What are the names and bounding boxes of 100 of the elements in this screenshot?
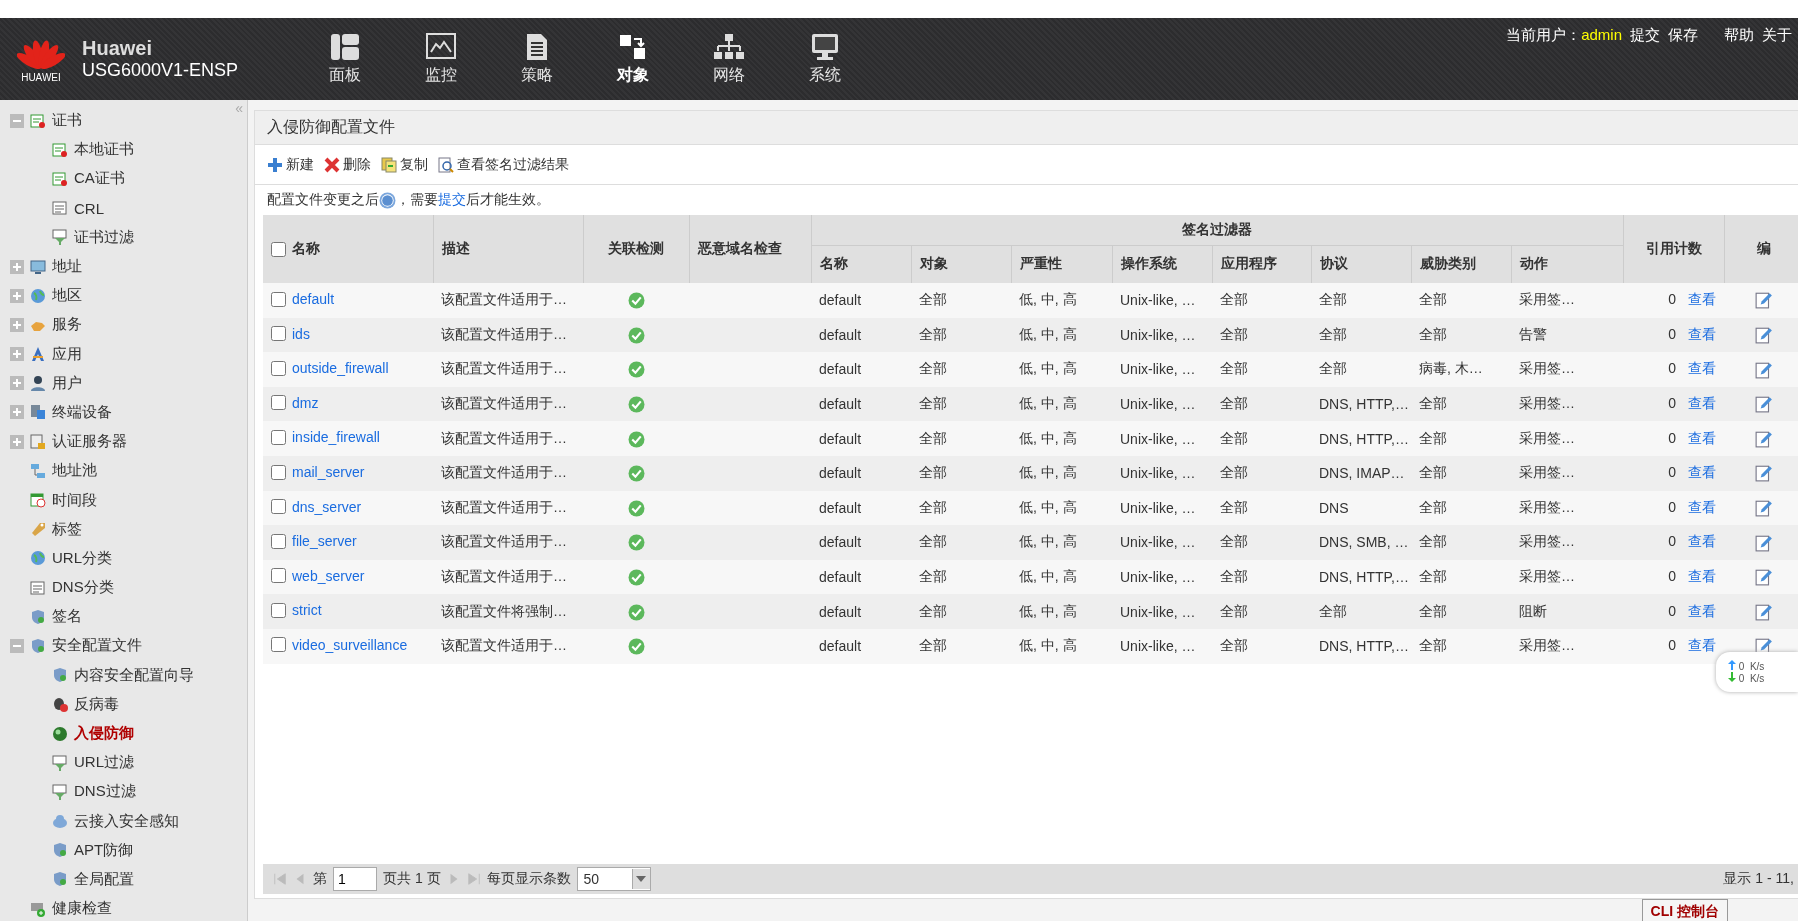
expand-toggle-icon[interactable]	[10, 347, 24, 362]
header-link[interactable]: 保存	[1668, 26, 1698, 45]
edit-icon[interactable]	[1754, 360, 1773, 379]
profile-name-link[interactable]: default	[292, 291, 335, 308]
tree-item[interactable]: 反病毒	[74, 694, 119, 714]
tree-item[interactable]: 健康检查	[52, 899, 112, 919]
toolbar-button[interactable]: 新建	[267, 155, 314, 174]
row-checkbox[interactable]	[271, 429, 286, 445]
expand-toggle-icon[interactable]	[10, 434, 24, 449]
view-link[interactable]: 查看	[1688, 568, 1716, 585]
tree-item[interactable]: APT防御	[74, 840, 134, 860]
collapse-toggle-icon[interactable]	[10, 638, 24, 653]
row-checkbox[interactable]	[271, 291, 286, 307]
tree-item[interactable]: DNS分类	[52, 578, 114, 598]
tree-item[interactable]: 应用	[52, 344, 82, 364]
row-checkbox[interactable]	[271, 533, 286, 549]
profile-name-link[interactable]: dns_server	[292, 498, 362, 515]
profile-name-link[interactable]: video_surveillance	[292, 637, 408, 653]
nav-tab[interactable]: 面板	[297, 18, 393, 100]
view-link[interactable]: 查看	[1688, 291, 1716, 308]
profile-name-link[interactable]: strict	[292, 602, 322, 619]
page-number-field[interactable]: 1	[333, 867, 377, 891]
tree-item[interactable]: 地址池	[52, 461, 97, 481]
profile-name-link[interactable]: inside_firewall	[292, 429, 380, 446]
nav-tab[interactable]: 监控	[393, 18, 489, 100]
view-link[interactable]: 查看	[1688, 602, 1716, 619]
tree-item[interactable]: 标签	[52, 519, 82, 539]
cli-console-button[interactable]: CLI 控制台	[1641, 899, 1728, 921]
expand-toggle-icon[interactable]	[10, 376, 24, 391]
tree-item[interactable]: 内容安全配置向导	[74, 665, 194, 685]
tree-item[interactable]: 地区	[52, 286, 82, 306]
nav-tab[interactable]: 网络	[681, 18, 777, 100]
tree-item[interactable]: CRL	[74, 199, 104, 217]
tree-item[interactable]: 本地证书	[74, 140, 134, 160]
edit-icon[interactable]	[1754, 429, 1773, 448]
view-link[interactable]: 查看	[1688, 498, 1716, 515]
expand-toggle-icon[interactable]	[10, 288, 24, 303]
toolbar-button[interactable]: 查看签名过滤结果	[438, 155, 569, 174]
edit-icon[interactable]	[1754, 291, 1773, 310]
view-link[interactable]: 查看	[1688, 360, 1716, 377]
tree-item[interactable]: DNS过滤	[74, 782, 136, 802]
nav-tab[interactable]: 对象	[585, 18, 681, 100]
per-page-select[interactable]: 50	[576, 867, 651, 891]
tree-item[interactable]: 安全配置文件	[52, 636, 142, 656]
expand-toggle-icon[interactable]	[10, 405, 24, 420]
edit-icon[interactable]	[1754, 464, 1773, 483]
tree-item[interactable]: 地址	[52, 257, 82, 277]
header-link[interactable]: 帮助	[1724, 26, 1754, 45]
profile-name-link[interactable]: outside_firewall	[292, 360, 389, 377]
select-all-checkbox[interactable]	[271, 241, 286, 257]
tree-item[interactable]: 时间段	[52, 490, 97, 510]
view-link[interactable]: 查看	[1688, 325, 1716, 342]
profile-name-link[interactable]: mail_server	[292, 464, 365, 480]
row-checkbox[interactable]	[271, 499, 286, 515]
profile-name-link[interactable]: dmz	[292, 394, 319, 411]
tree-item[interactable]: 签名	[52, 607, 82, 627]
expand-toggle-icon[interactable]	[10, 317, 24, 332]
edit-icon[interactable]	[1754, 499, 1773, 517]
tree-item[interactable]: 用户	[52, 373, 82, 393]
header-link[interactable]: 关于	[1762, 26, 1792, 45]
shield-icon	[52, 871, 68, 888]
collapse-toggle-icon[interactable]	[10, 113, 24, 128]
view-link[interactable]: 查看	[1688, 429, 1716, 446]
tree-item[interactable]: URL过滤	[74, 753, 134, 773]
row-checkbox[interactable]	[271, 602, 286, 618]
expand-toggle-icon[interactable]	[10, 259, 24, 274]
header-link[interactable]: 提交	[1630, 26, 1660, 45]
profile-name-link[interactable]: web_server	[292, 567, 365, 584]
profile-name-link[interactable]: file_server	[292, 533, 357, 550]
row-checkbox[interactable]	[271, 326, 286, 342]
row-checkbox[interactable]	[271, 395, 286, 411]
edit-icon[interactable]	[1754, 568, 1773, 587]
tree-item[interactable]: 证书过滤	[74, 227, 134, 247]
tree-item[interactable]: 全局配置	[74, 869, 134, 889]
edit-icon[interactable]	[1754, 326, 1773, 345]
toolbar-button[interactable]: 删除	[324, 155, 371, 174]
view-link[interactable]: 查看	[1688, 533, 1716, 550]
row-checkbox[interactable]	[271, 637, 286, 653]
row-checkbox[interactable]	[271, 464, 286, 480]
row-checkbox[interactable]	[271, 360, 286, 376]
tree-item[interactable]: 终端设备	[52, 402, 112, 422]
tree-item[interactable]: 云接入安全感知	[74, 811, 179, 831]
tree-item[interactable]: 服务	[52, 315, 82, 335]
view-link[interactable]: 查看	[1688, 637, 1716, 654]
nav-tab[interactable]: 策略	[489, 18, 585, 100]
nav-tab[interactable]: 系统	[777, 18, 873, 100]
view-link[interactable]: 查看	[1688, 464, 1716, 481]
tree-item[interactable]: 证书	[52, 111, 82, 131]
submit-link[interactable]: 提交	[438, 191, 466, 209]
tree-item[interactable]: CA证书	[74, 169, 125, 189]
row-checkbox[interactable]	[271, 568, 286, 584]
tree-item[interactable]: 入侵防御	[74, 724, 134, 744]
edit-icon[interactable]	[1754, 602, 1773, 621]
edit-icon[interactable]	[1754, 395, 1773, 414]
edit-icon[interactable]	[1754, 533, 1773, 552]
view-link[interactable]: 查看	[1688, 395, 1716, 412]
toolbar-button[interactable]: 复制	[381, 155, 428, 174]
profile-name-link[interactable]: ids	[292, 325, 310, 342]
tree-item[interactable]: URL分类	[52, 548, 112, 568]
tree-item[interactable]: 认证服务器	[52, 432, 127, 452]
